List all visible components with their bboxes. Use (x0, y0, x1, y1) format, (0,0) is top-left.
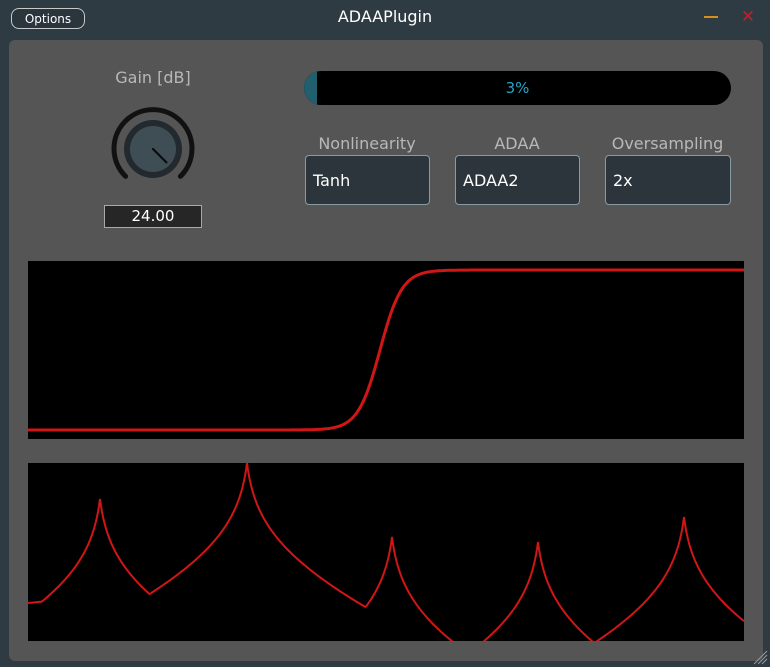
gain-knob[interactable] (110, 106, 196, 192)
oversampling-label: Oversampling (611, 134, 724, 153)
close-icon[interactable]: ✕ (740, 9, 756, 26)
transfer-curve (28, 268, 744, 432)
nonlinearity-label: Nonlinearity (318, 134, 416, 153)
adaa-label: ADAA (494, 134, 540, 153)
transfer-curve-plot (28, 261, 744, 439)
oversampling-select[interactable]: 2x (605, 155, 731, 205)
spectrum-plot (28, 463, 744, 641)
nonlinearity-select[interactable]: Tanh (305, 155, 430, 205)
progress-text: 3% (505, 79, 530, 97)
progress-bar: 3% (304, 71, 731, 105)
gain-label: Gain [dB] (115, 68, 191, 87)
gain-value-field[interactable]: 24.00 (104, 205, 202, 228)
window-title: ADAAPlugin (337, 7, 433, 26)
resize-grip-icon[interactable] (752, 649, 768, 665)
title-bar: Options ADAAPlugin ✕ (0, 0, 770, 36)
spectrum-curve (28, 463, 744, 641)
adaa-select[interactable]: ADAA2 (455, 155, 580, 205)
minimize-icon[interactable] (704, 16, 718, 18)
